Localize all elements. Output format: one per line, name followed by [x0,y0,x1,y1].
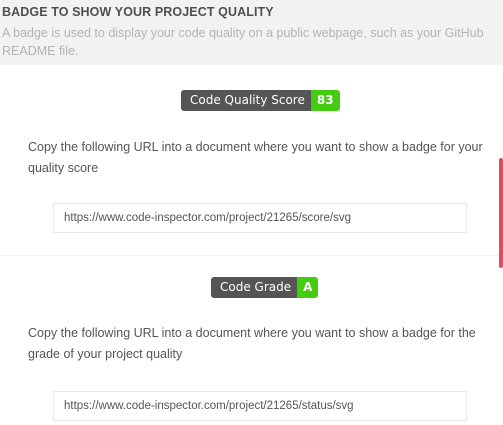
grade-url-field[interactable]: https://www.code-inspector.com/project/2… [53,391,467,421]
section-header: BADGE TO SHOW YOUR PROJECT QUALITY A bad… [0,0,503,62]
grade-instruction: Copy the following URL into a document w… [28,326,476,361]
quality-score-badge: Code Quality Score 83 [181,90,340,111]
grade-card: Code Grade A Copy the following URL into… [0,256,503,425]
quality-score-instruction: Copy the following URL into a document w… [28,140,483,175]
grade-badge-label: Code Grade [211,277,298,298]
quality-score-badge-value: 83 [310,90,340,111]
quality-score-card: Code Quality Score 83 Copy the following… [0,65,503,255]
grade-badge-value: A [297,277,319,298]
section-description: A badge is used to display your code qua… [2,26,484,58]
scrollbar-thumb[interactable] [499,158,503,268]
grade-badge: Code Grade A [211,277,319,298]
quality-score-badge-label: Code Quality Score [181,90,311,111]
quality-score-url-field[interactable]: https://www.code-inspector.com/project/2… [53,203,467,233]
section-title: BADGE TO SHOW YOUR PROJECT QUALITY [2,5,274,19]
